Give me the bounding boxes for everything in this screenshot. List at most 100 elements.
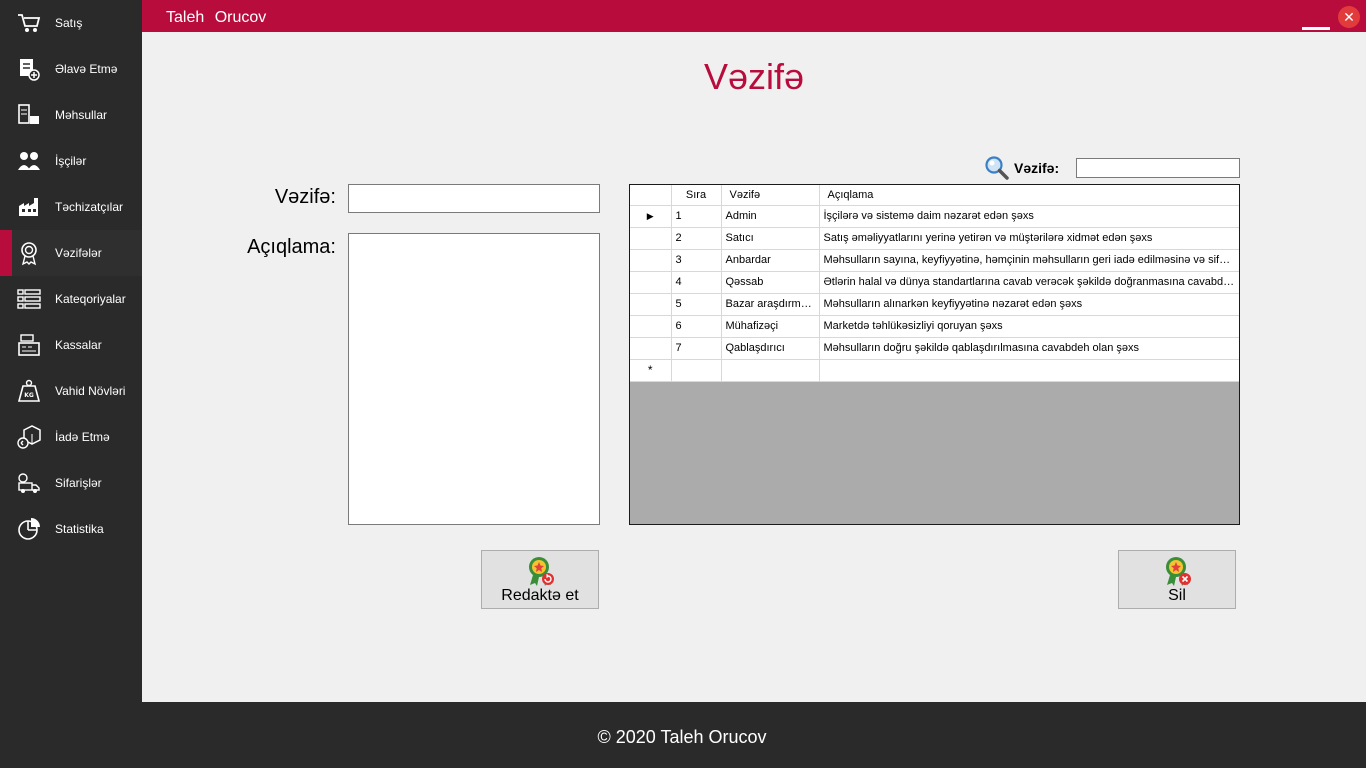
delivery-icon [16,470,42,496]
table-row[interactable]: 4 Qəssab Ətlərin halal və dünya standart… [630,271,1239,294]
column-header-aciqlama[interactable]: Açıqlama [819,185,1239,206]
cell-vezife[interactable]: Qablaşdırıcı [721,337,820,360]
table-row[interactable]: 7 Qablaşdırıcı Məhsulların doğru şəkildə… [630,337,1239,360]
cell-vezife[interactable] [721,359,820,382]
user-name: Taleh Orucov [166,9,267,26]
new-row[interactable]: * [630,359,1239,382]
search-icon [985,156,1009,180]
cell-sira[interactable] [671,359,722,382]
row-header-cell[interactable] [630,337,672,360]
cell-sira[interactable]: 7 [671,337,722,360]
sidebar-item-elave-etme[interactable]: Əlavə Etmə [0,46,142,92]
sidebar-item-label: Təchizatçılar [55,200,124,214]
sidebar-item-label: Əlavə Etmə [55,62,118,76]
cell-aciqlama[interactable]: Məhsulların doğru şəkildə qablaşdırılmas… [819,337,1239,360]
sidebar-item-vahid-novleri[interactable]: KG Vahid Növləri [0,368,142,414]
row-header-cell[interactable] [630,249,672,272]
sidebar-item-label: Məhsullar [55,108,108,122]
cell-sira[interactable]: 5 [671,293,722,316]
footer: © 2020 Taleh Orucov [142,702,1366,768]
sidebar-item-label: Vahid Növləri [55,384,126,398]
sidebar-item-label: Kateqoriyalar [55,292,126,306]
column-header-sira[interactable]: Sıra [671,185,722,206]
page-title: Vəzifə [703,56,805,97]
cell-aciqlama[interactable]: Satış əməliyyatlarını yerinə yetirən və … [819,227,1239,250]
current-row-marker[interactable]: ▶ [630,205,672,228]
search-label: Vəzifə: [1014,160,1060,176]
cell-vezife[interactable]: Bazar araşdırmacısı [721,293,820,316]
cell-sira[interactable]: 3 [671,249,722,272]
edit-button-label: Redaktə et [501,587,579,604]
row-header-cell[interactable] [630,315,672,338]
aciqlama-label: Açıqlama: [247,236,336,258]
table-row[interactable]: 5 Bazar araşdırmacısı Məhsulların alınar… [630,293,1239,316]
cell-sira[interactable]: 4 [671,271,722,294]
cell-vezife[interactable]: Admin [721,205,820,228]
sidebar-item-label: İadə Etmə [55,430,110,444]
column-header-vezife[interactable]: Vəzifə [721,185,820,206]
cell-aciqlama[interactable] [819,359,1239,382]
return-box-icon [16,424,42,450]
sidebar-item-vezifeler[interactable]: Vəzifələr [0,230,142,276]
edit-button[interactable]: Redaktə et [481,550,599,609]
sidebar-item-isciler[interactable]: İşçilər [0,138,142,184]
close-button[interactable]: ✕ [1338,6,1360,28]
table-row[interactable]: 3 Anbardar Məhsulların sayına, keyfiyyət… [630,249,1239,272]
sidebar-item-label: Statistika [55,522,104,536]
cell-aciqlama[interactable]: Məhsulların sayına, keyfiyyətinə, həmçin… [819,249,1239,272]
cell-vezife[interactable]: Satıcı [721,227,820,250]
sidebar-item-kateqoriyalar[interactable]: Kateqoriyalar [0,276,142,322]
cell-aciqlama[interactable]: İşçilərə və sistemə daim nəzarət edən şə… [819,205,1239,228]
minimize-button[interactable] [1302,20,1330,30]
vezife-label: Vəzifə: [274,186,336,208]
weight-icon: KG [16,378,42,404]
products-icon [16,102,42,128]
sidebar-item-sifarisler[interactable]: Sifarişlər [0,460,142,506]
cell-aciqlama[interactable]: Marketdə təhlükəsizliyi qoruyan şəxs [819,315,1239,338]
sidebar-item-iade-etme[interactable]: İadə Etmə [0,414,142,460]
cell-vezife[interactable]: Qəssab [721,271,820,294]
row-header-cell[interactable] [630,227,672,250]
grid-header-row: Sıra Vəzifə Açıqlama [630,185,1239,206]
svg-text:KG: KG [24,392,34,399]
data-grid[interactable]: Sıra Vəzifə Açıqlama ▶ 1 Admin İşçilərə … [629,184,1240,525]
list-icon [16,286,42,312]
table-row[interactable]: ▶ 1 Admin İşçilərə və sistemə daim nəzar… [630,205,1239,228]
cell-sira[interactable]: 2 [671,227,722,250]
cell-vezife[interactable]: Mühafizəçi [721,315,820,338]
sidebar-item-statistika[interactable]: Statistika [0,506,142,552]
cell-aciqlama[interactable]: Ətlərin halal və dünya standartlarına ca… [819,271,1239,294]
delete-badge-icon [1166,557,1191,586]
cash-register-icon [16,332,42,358]
delete-button-label: Sil [1168,587,1186,604]
badge-icon [16,240,42,266]
title-bar: Taleh Orucov ✕ [142,0,1366,32]
sidebar-item-kassalar[interactable]: Kassalar [0,322,142,368]
search-input[interactable] [1076,158,1240,178]
sidebar-item-techizatcilar[interactable]: Təchizatçılar [0,184,142,230]
cell-aciqlama[interactable]: Məhsulların alınarkən keyfiyyətinə nəzar… [819,293,1239,316]
sidebar-item-label: Satış [55,16,83,30]
cart-icon [16,10,42,36]
table-row[interactable]: 6 Mühafizəçi Marketdə təhlükəsizliyi qor… [630,315,1239,338]
edit-badge-icon [529,557,554,586]
new-row-marker[interactable]: * [630,359,672,382]
sidebar-item-mehsullar[interactable]: Məhsullar [0,92,142,138]
close-icon: ✕ [1343,8,1355,25]
copyright-text: © 2020 Taleh Orucov [597,727,767,747]
sidebar-item-label: İşçilər [55,154,87,168]
pie-chart-icon [16,516,42,542]
delete-button[interactable]: Sil [1118,550,1236,609]
cell-sira[interactable]: 1 [671,205,722,228]
add-document-icon [16,56,42,82]
sidebar: Satış Əlavə Etmə Məhsullar İşçilər Təchi… [0,0,142,768]
cell-sira[interactable]: 6 [671,315,722,338]
vezife-input[interactable] [348,184,600,213]
row-header-cell[interactable] [630,271,672,294]
aciqlama-textarea[interactable] [348,233,600,525]
sidebar-item-satis[interactable]: Satış [0,0,142,46]
cell-vezife[interactable]: Anbardar [721,249,820,272]
row-header-cell[interactable] [630,293,672,316]
sidebar-item-label: Sifarişlər [55,476,102,490]
table-row[interactable]: 2 Satıcı Satış əməliyyatlarını yerinə ye… [630,227,1239,250]
